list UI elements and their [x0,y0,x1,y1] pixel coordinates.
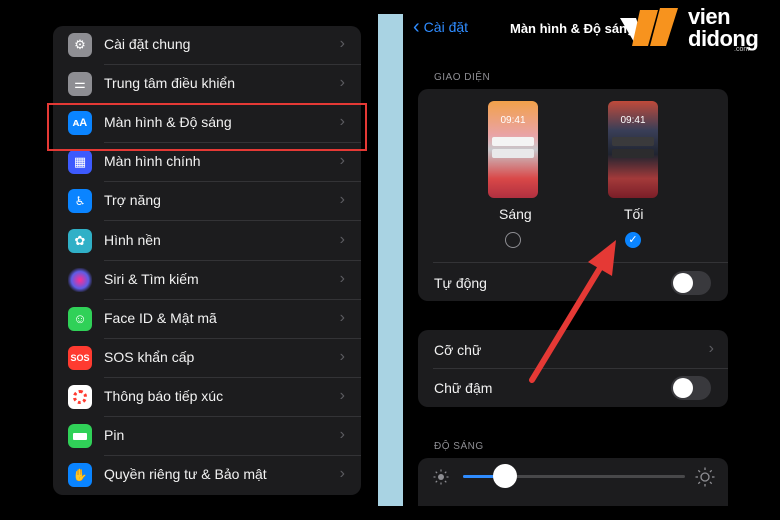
gear-icon: ⚙ [68,33,92,57]
logo-mark-icon [620,8,678,46]
chevron-left-icon: ‹ [413,16,420,38]
wallpaper-icon: ✿ [68,228,92,253]
settings-row-wallpaper[interactable]: ✿ Hình nền › [53,222,361,261]
brightness-card [418,458,728,506]
control-center-icon: ⚌ [68,72,92,97]
chevron-right-icon: › [339,386,345,404]
settings-panel: ⚙ Cài đặt chung › ⚌ Trung tâm điều khiển › ᴀA M… [0,0,378,520]
settings-row-label: Siri & Tìm kiếm [104,270,199,287]
settings-row-label: Quyền riêng tư & Bảo mật [104,466,267,483]
settings-row-label: Trợ năng [104,192,161,209]
light-mode-thumbnail[interactable]: 09:41 [488,101,538,198]
settings-row-accessibility[interactable]: ♿ Trợ năng › [53,182,361,222]
settings-list: ⚙ Cài đặt chung › ⚌ Trung tâm điều khiển › ᴀA M… [53,26,361,495]
thumb-widget [612,137,654,146]
thumb-widget [492,149,534,158]
privacy-hand-icon: ✋ [68,463,92,488]
settings-row-label: Face ID & Mật mã [104,309,217,326]
siri-icon [68,267,92,292]
settings-row-label: Cài đặt chung [104,36,191,52]
sos-icon: SOS [68,345,92,370]
settings-row-siri[interactable]: Siri & Tìm kiếm › [53,261,361,300]
settings-row-exposure-notification[interactable]: Thông báo tiếp xúc › [53,378,361,417]
brightness-slider-knob[interactable] [493,464,518,488]
chevron-right-icon: › [339,74,345,92]
battery-icon [68,424,92,448]
highlight-box [47,103,367,151]
separator [433,368,728,369]
vien-didong-logo: vien didong .com [614,4,780,54]
chevron-right-icon: › [339,308,345,326]
sun-large-icon [695,467,715,487]
chevron-right-icon: › [339,465,345,483]
text-size-label[interactable]: Cỡ chữ [434,342,481,358]
chevron-right-icon: › [339,152,345,170]
auto-label: Tự động [434,275,487,291]
separator [433,262,728,263]
logo-line3: .com [734,46,750,53]
settings-row-label: Thông báo tiếp xúc [104,387,224,404]
toggle-knob [673,378,693,398]
brightness-header: ĐỘ SÁNG [434,441,484,452]
checkmark-icon: ✓ [628,234,638,246]
chevron-right-icon: › [339,347,345,365]
auto-toggle[interactable] [671,271,711,295]
display-brightness-panel: ‹ Cài đặt Màn hình & Độ sáng GIAO DIỆN 0… [403,14,743,506]
dark-mode-thumbnail[interactable]: 09:41 [608,101,658,198]
settings-row-label: Pin [104,427,125,443]
thumb-widget [612,149,654,158]
dark-mode-radio[interactable]: ✓ [625,232,641,248]
light-mode-label: Sáng [499,206,532,222]
back-label: Cài đặt [423,19,469,35]
thumb-widget [492,137,534,146]
toggle-knob [673,273,693,293]
appearance-card: 09:41 09:41 Sáng Tối ✓ Tự động [418,89,728,301]
panel-divider [378,14,403,506]
settings-row-label: Trung tâm điều khiển [104,75,235,92]
bold-text-label: Chữ đậm [434,380,493,396]
chevron-right-icon: › [339,191,345,209]
settings-row-control-center[interactable]: ⚌ Trung tâm điều khiển › [53,65,361,105]
thumb-time-light: 09:41 [500,115,526,126]
bold-text-toggle[interactable] [671,376,711,400]
settings-row-gear[interactable]: ⚙ Cài đặt chung › [53,26,361,65]
text-settings-card: Cỡ chữ › Chữ đậm [418,330,728,407]
settings-row-label: SOS khẩn cấp [104,348,195,365]
chevron-right-icon: › [708,340,714,357]
settings-row-privacy-hand[interactable]: ✋ Quyền riêng tư & Bảo mật › [53,456,361,495]
light-mode-radio[interactable] [505,232,521,248]
face-id-icon: ☺ [68,306,92,331]
thumb-time-dark: 09:41 [620,115,646,126]
chevron-right-icon: › [339,230,345,248]
chevron-right-icon: › [339,269,345,287]
sun-small-icon [433,469,449,485]
back-button[interactable]: ‹ Cài đặt [413,16,469,38]
accessibility-icon: ♿ [68,189,92,214]
chevron-right-icon: › [339,35,345,52]
settings-row-sos[interactable]: SOS SOS khẩn cấp › [53,339,361,378]
chevron-right-icon: › [339,426,345,443]
settings-row-label: Màn hình chính [104,153,201,170]
settings-row-face-id[interactable]: ☺ Face ID & Mật mã › [53,300,361,339]
settings-row-battery[interactable]: Pin › [53,417,361,456]
settings-row-label: Hình nền [104,231,161,248]
home-screen-icon: ▦ [68,150,92,175]
dark-mode-label: Tối [624,206,644,222]
exposure-notification-icon [68,384,92,409]
appearance-header: GIAO DIỆN [434,72,491,83]
